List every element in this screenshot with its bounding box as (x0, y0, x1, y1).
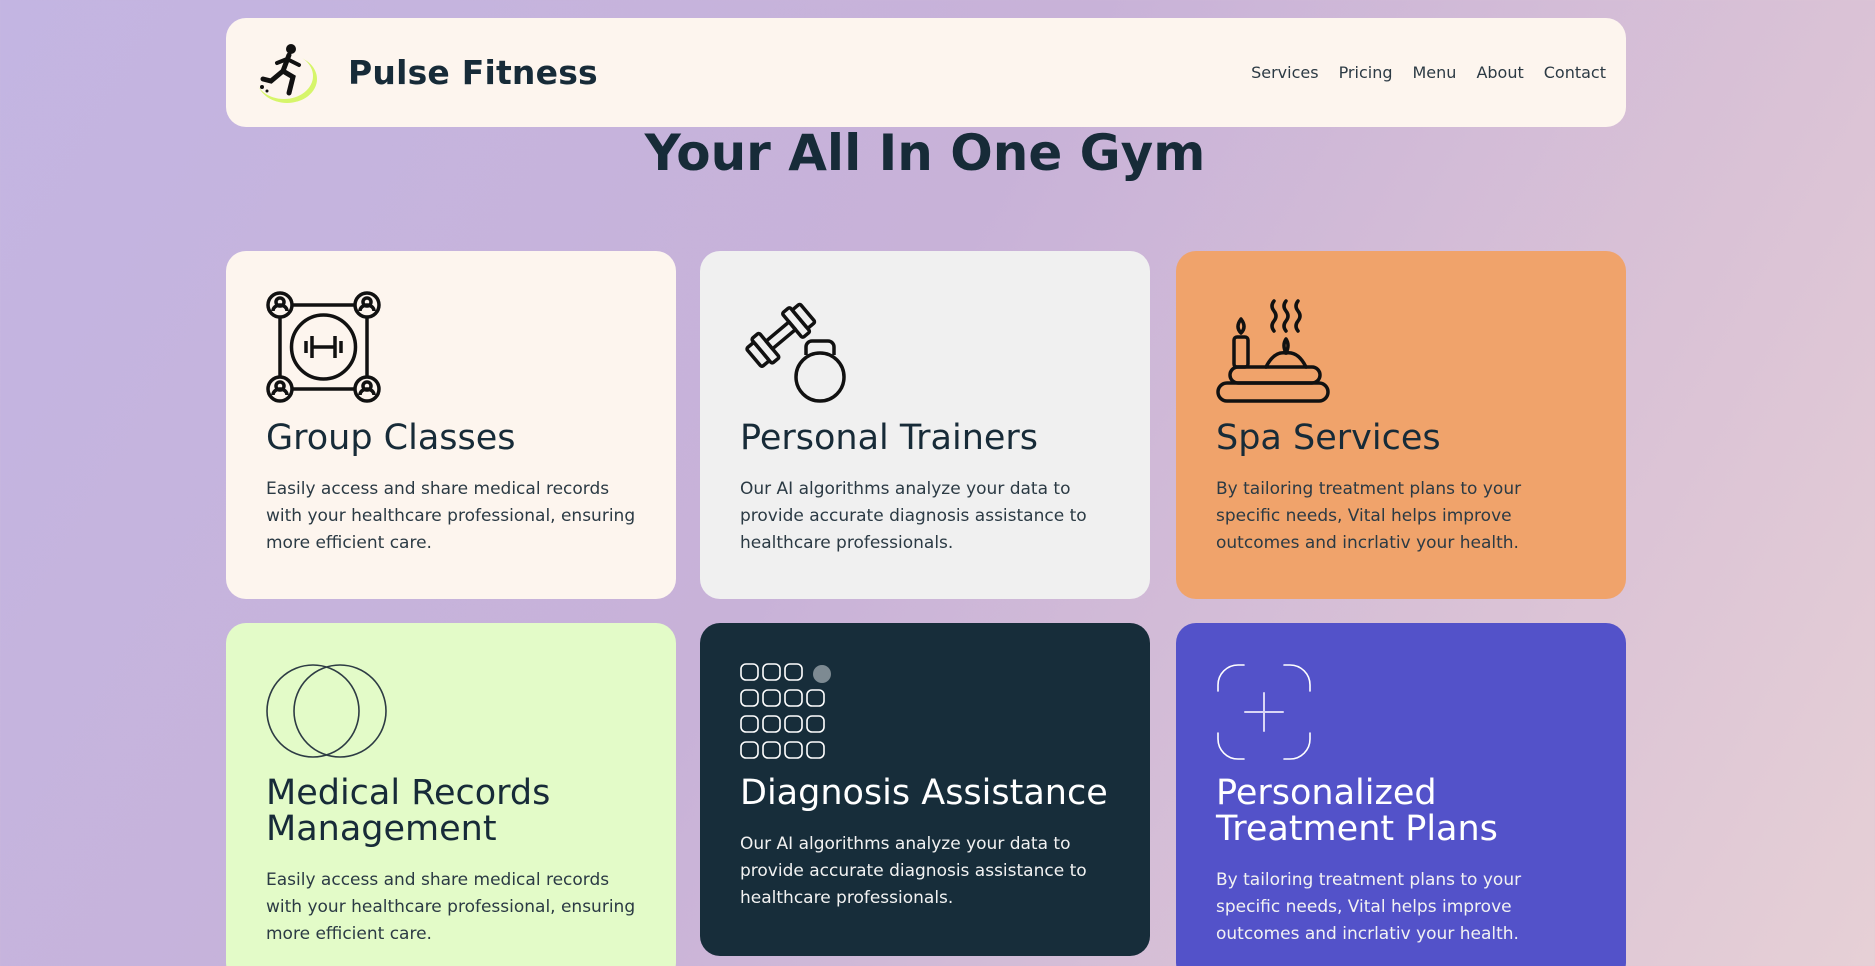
brand-name[interactable]: Pulse Fitness (348, 53, 598, 92)
card-text: Easily access and share medical records … (266, 479, 636, 553)
service-card-personalized-treatment[interactable]: Personalized Treatment Plans By tailorin… (1176, 623, 1626, 966)
nav-menu[interactable]: Menu (1413, 63, 1457, 82)
card-text: By tailoring treatment plans to your spe… (1216, 870, 1522, 944)
hero-title: Your All In One Gym (644, 124, 1206, 182)
card-title: Personal Trainers (740, 418, 1039, 458)
card-text: Our AI algorithms analyze your data to p… (740, 479, 1087, 553)
runner-logo-icon[interactable] (246, 34, 324, 112)
card-title: Diagnosis Assistance (740, 773, 1108, 813)
nav-about[interactable]: About (1476, 63, 1523, 82)
card-title: Medical Records Management (266, 773, 551, 849)
service-card-spa-services[interactable]: Spa Services By tailoring treatment plan… (1176, 251, 1626, 599)
service-card-personal-trainers[interactable]: Personal Trainers Our AI algorithms anal… (700, 251, 1150, 599)
dot-grid-icon (740, 663, 860, 761)
service-card-diagnosis-assistance[interactable]: Diagnosis Assistance Our AI algorithms a… (700, 623, 1150, 956)
main-nav: Services Pricing Menu About Contact (1251, 63, 1606, 82)
spa-candle-icon (1216, 291, 1336, 406)
nav-contact[interactable]: Contact (1544, 63, 1606, 82)
card-title: Spa Services (1216, 418, 1441, 458)
card-title: Group Classes (266, 418, 516, 458)
card-title: Personalized Treatment Plans (1216, 773, 1498, 849)
crosshair-frame-icon (1216, 663, 1336, 761)
service-card-group-classes[interactable]: Group Classes Easily access and share me… (226, 251, 676, 599)
site-header: Pulse Fitness Services Pricing Menu Abou… (226, 18, 1626, 127)
overlapping-circles-icon (266, 663, 387, 761)
service-card-medical-records[interactable]: Medical Records Management Easily access… (226, 623, 676, 966)
card-text: Our AI algorithms analyze your data to p… (740, 834, 1087, 908)
group-dumbbell-icon (266, 291, 386, 406)
card-text: Easily access and share medical records … (266, 870, 636, 944)
card-text: By tailoring treatment plans to your spe… (1216, 479, 1522, 553)
nav-services[interactable]: Services (1251, 63, 1318, 82)
nav-pricing[interactable]: Pricing (1339, 63, 1393, 82)
dumbbell-kettlebell-icon (740, 291, 860, 406)
